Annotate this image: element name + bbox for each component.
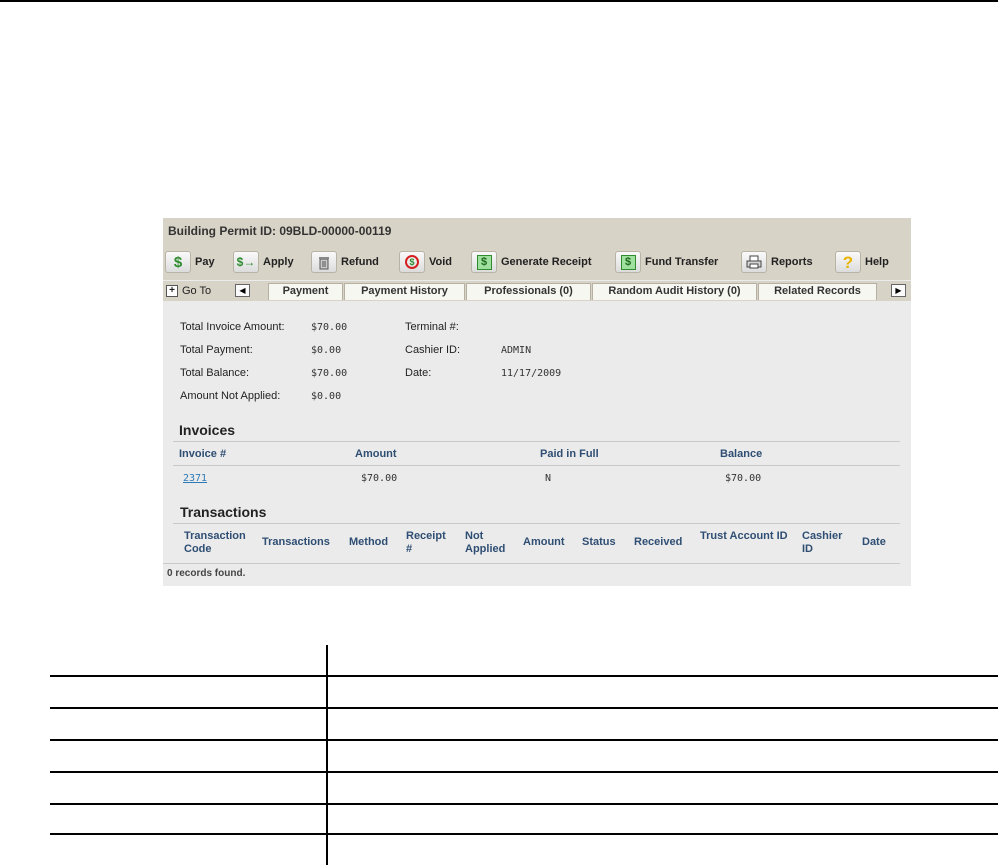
table-row-divider	[50, 707, 998, 709]
invoice-number-header: Invoice #	[179, 448, 227, 460]
table-column-divider	[326, 645, 328, 865]
tab-payment[interactable]: Payment	[268, 283, 343, 300]
records-found-message: 0 records found.	[167, 568, 246, 579]
dollar-icon: $	[165, 251, 191, 273]
payment-content: Total Invoice Amount: $70.00 Total Payme…	[163, 301, 911, 586]
receipt-icon: $	[471, 251, 497, 273]
invoice-balance: $70.00	[725, 473, 762, 484]
amount-not-applied-value: $0.00	[311, 391, 342, 402]
paid-in-full-header: Paid in Full	[540, 448, 599, 460]
total-invoice-amount-label: Total Invoice Amount:	[180, 321, 285, 333]
refund-button[interactable]: Refund	[311, 251, 379, 273]
permit-payment-screenshot: Building Permit ID: 09BLD-00000-00119 $ …	[163, 218, 911, 586]
terminal-label: Terminal #:	[405, 321, 459, 333]
total-invoice-amount-value: $70.00	[311, 322, 348, 333]
goto-menu[interactable]: + Go To	[166, 284, 211, 298]
transactions-header: Transactions	[262, 536, 330, 548]
cashier-id-header: Cashier ID	[802, 530, 843, 555]
goto-label: Go To	[182, 285, 212, 297]
transactions-divider	[173, 523, 900, 524]
transaction-date-header: Date	[862, 536, 886, 548]
scroll-left-icon[interactable]: ◀	[235, 284, 250, 297]
status-header: Status	[582, 536, 616, 548]
permit-header: Building Permit ID: 09BLD-00000-00119	[163, 218, 911, 244]
tab-bar: + Go To ◀ Payment Payment History Profes…	[163, 281, 911, 301]
table-row-divider	[50, 739, 998, 741]
cashier-value: ADMIN	[501, 345, 532, 356]
trash-icon	[311, 251, 337, 273]
tab-related-records[interactable]: Related Records	[758, 283, 877, 300]
tab-professionals[interactable]: Professionals (0)	[466, 283, 591, 300]
total-balance-label: Total Balance:	[180, 367, 250, 379]
invoice-paid-in-full: N	[545, 473, 552, 484]
balance-header: Balance	[720, 448, 763, 460]
tab-random-audit-history[interactable]: Random Audit History (0)	[592, 283, 757, 300]
cashier-label: Cashier ID:	[405, 344, 461, 356]
total-payment-label: Total Payment:	[180, 344, 253, 356]
dollar-arrow-icon: $→	[233, 251, 259, 273]
invoices-header-divider	[173, 465, 900, 466]
trust-account-id-header: Trust Account ID	[700, 530, 788, 542]
void-label: Void	[429, 256, 453, 268]
void-icon: $	[399, 251, 425, 273]
amount-not-applied-label: Amount Not Applied:	[180, 390, 281, 402]
page-title: Building Permit ID: 09BLD-00000-00119	[168, 224, 392, 238]
fund-transfer-icon: $	[615, 251, 641, 273]
transactions-heading: Transactions	[180, 504, 267, 520]
transaction-amount-header: Amount	[523, 536, 565, 548]
invoices-divider	[173, 441, 900, 442]
plus-icon: +	[166, 285, 178, 297]
table-row-divider	[50, 675, 998, 677]
fund-transfer-label: Fund Transfer	[645, 256, 719, 268]
generate-receipt-label: Generate Receipt	[501, 256, 592, 268]
table-row-divider	[50, 833, 998, 835]
invoices-heading: Invoices	[179, 422, 236, 438]
apply-label: Apply	[263, 256, 294, 268]
printer-icon	[741, 251, 767, 273]
tab-payment-history[interactable]: Payment History	[344, 283, 465, 300]
transaction-code-header: Transaction Code	[184, 530, 246, 555]
date-label: Date:	[405, 367, 432, 379]
date-value: 11/17/2009	[501, 368, 562, 379]
help-button[interactable]: ? Help	[835, 251, 889, 273]
invoice-link[interactable]: 2371	[183, 473, 207, 484]
pay-button[interactable]: $ Pay	[165, 251, 215, 273]
help-label: Help	[865, 256, 889, 268]
help-icon: ?	[835, 251, 861, 273]
void-button[interactable]: $ Void	[399, 251, 452, 273]
pay-label: Pay	[195, 256, 215, 268]
not-applied-header: Not Applied	[465, 530, 506, 555]
amount-header: Amount	[355, 448, 397, 460]
table-row-divider	[50, 803, 998, 805]
table-row-divider	[50, 771, 998, 773]
transactions-header-divider	[163, 563, 900, 564]
reports-label: Reports	[771, 256, 813, 268]
empty-table	[50, 645, 998, 865]
scroll-right-icon[interactable]: ▶	[891, 284, 906, 297]
reports-button[interactable]: Reports	[741, 251, 813, 273]
method-header: Method	[349, 536, 389, 548]
payment-toolbar: $ Pay $→ Apply Refund $ Void $ Generate …	[163, 244, 911, 280]
refund-label: Refund	[341, 256, 379, 268]
receipt-number-header: Receipt #	[406, 530, 446, 555]
total-payment-value: $0.00	[311, 345, 342, 356]
generate-receipt-button[interactable]: $ Generate Receipt	[471, 251, 591, 273]
invoice-amount: $70.00	[361, 473, 398, 484]
received-header: Received	[634, 536, 683, 548]
apply-button[interactable]: $→ Apply	[233, 251, 294, 273]
fund-transfer-button[interactable]: $ Fund Transfer	[615, 251, 718, 273]
total-balance-value: $70.00	[311, 368, 348, 379]
top-rule	[0, 0, 998, 2]
